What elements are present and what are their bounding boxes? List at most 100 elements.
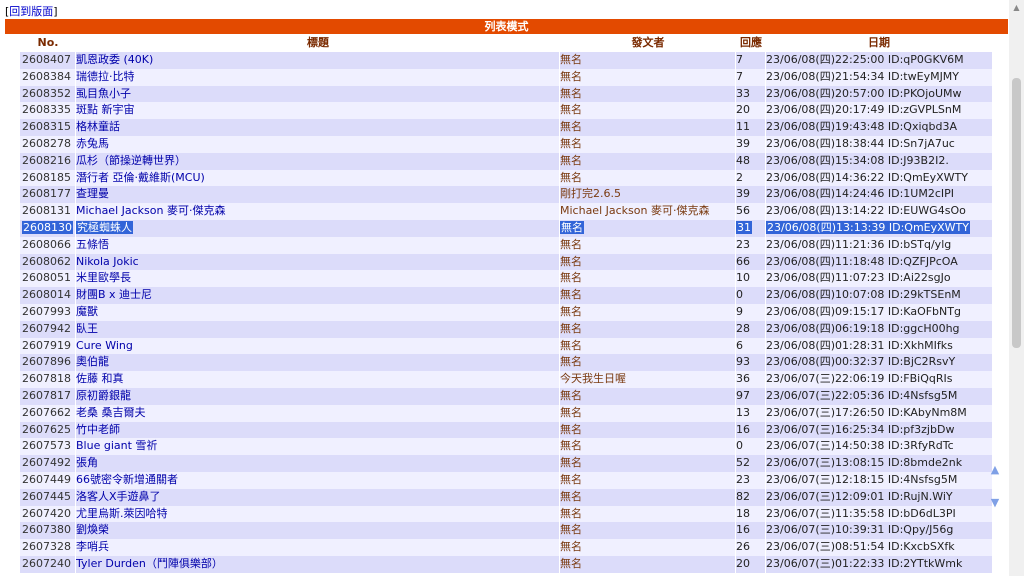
table-row[interactable]: 2608131 Michael Jackson 麥可·傑克森 Michael Jac…: [20, 203, 992, 220]
table-row[interactable]: 2607328 李哨兵 無名 26 23/06/07(三)08:51:54 ID:Kxc…: [20, 539, 992, 556]
thread-title-link[interactable]: 財團B x 迪士尼: [76, 287, 560, 304]
bracket-close: ]: [53, 5, 58, 18]
thread-title-link[interactable]: 張角: [76, 455, 560, 472]
table-row[interactable]: 2608130 究極蜘蛛人 無名 31 23/06/08(四)13:13:39 ID:Q…: [20, 219, 992, 237]
table-row[interactable]: 2607492 張角 無名 52 23/06/07(三)13:08:15 ID:8bmd…: [20, 455, 992, 472]
post-date: 23/06/08(四)18:38:44 ID:Sn7jA7uc: [766, 136, 955, 150]
thread-title-link[interactable]: 究極蜘蛛人: [76, 220, 560, 237]
thread-title-link[interactable]: 尤里烏斯.萊因哈特: [76, 506, 560, 523]
author-name: 無名: [560, 153, 582, 167]
reply-count: 0: [736, 439, 743, 453]
post-number: 2608384: [22, 69, 71, 83]
column-divider: [735, 236, 736, 254]
thread-title-link[interactable]: 竹中老師: [76, 422, 560, 439]
table-row[interactable]: 2608066 五條悟 無名 23 23/06/08(四)11:21:36 ID:bST…: [20, 236, 992, 254]
back-to-board-link[interactable]: 回到版面: [9, 5, 53, 18]
thread-title-link[interactable]: 斑點 新宇宙: [76, 102, 560, 119]
column-divider: [735, 169, 736, 187]
thread-title-link[interactable]: 米里歐學長: [76, 270, 560, 287]
table-row[interactable]: 2607420 尤里烏斯.萊因哈特 無名 18 23/06/07(三)11:35:58 …: [20, 505, 992, 523]
thread-title-link[interactable]: 洛客人X手遊鼻了: [76, 489, 560, 506]
thread-title-link[interactable]: Michael Jackson 麥可·傑克森: [76, 203, 560, 220]
table-row[interactable]: 2608014 財團B x 迪士尼 無名 0 23/06/08(四)10:07:08 I…: [20, 287, 992, 304]
scroll-thumb[interactable]: [1012, 78, 1021, 348]
page-up-icon[interactable]: ▲: [989, 464, 1001, 476]
post-number: 2607817: [22, 388, 71, 402]
thread-title-link[interactable]: 老桑 桑吉爾夫: [76, 405, 560, 422]
thread-title-link[interactable]: 魔獸: [76, 304, 560, 321]
table-row[interactable]: 2608384 瑞德拉·比特 無名 7 23/06/08(四)21:54:34 ID:t…: [20, 68, 992, 86]
thread-title-link[interactable]: Nikola Jokic: [76, 254, 560, 271]
header-title[interactable]: 標題: [76, 35, 560, 51]
thread-title-link[interactable]: 瓜杉（節操逆轉世界）: [76, 153, 560, 170]
thread-title-link[interactable]: 五條悟: [76, 237, 560, 254]
thread-title-link[interactable]: 凱恩政委 (40K): [76, 52, 560, 69]
table-row[interactable]: 2608315 格林童話 無名 11 23/06/08(四)19:43:48 ID:Qx…: [20, 119, 992, 136]
thread-title-link[interactable]: 潛行者 亞倫·戴維斯(MCU): [76, 170, 560, 187]
post-date: 23/06/08(四)21:54:34 ID:twEyMJMY: [766, 69, 960, 83]
table-row[interactable]: 2607449 66號密令新增通關者 無名 23 23/06/07(三)12:18:15…: [20, 471, 992, 489]
column-divider: [75, 421, 76, 439]
thread-title-link[interactable]: 66號密令新增通關者: [76, 472, 560, 489]
table-row[interactable]: 2608407 凱恩政委 (40K) 無名 7 23/06/08(四)22:25:00 …: [20, 52, 992, 69]
thread-title-link[interactable]: 赤兔馬: [76, 136, 560, 153]
thread-title-link[interactable]: 查理曼: [76, 186, 560, 203]
table-row[interactable]: 2608051 米里歐學長 無名 10 23/06/08(四)11:07:23 ID:A…: [20, 270, 992, 288]
post-date: 23/06/08(四)01:28:31 ID:XkhMIfks: [766, 338, 953, 352]
post-date: 23/06/08(四)20:57:00 ID:PKOjoUMw: [766, 86, 962, 100]
thread-title-link[interactable]: 劉煥榮: [76, 522, 560, 539]
thread-title-link[interactable]: Cure Wing: [76, 338, 560, 355]
column-divider: [75, 404, 76, 422]
thread-title-link-text[interactable]: 究極蜘蛛人: [76, 220, 133, 234]
column-divider: [75, 135, 76, 153]
table-row[interactable]: 2607919 Cure Wing 無名 6 23/06/08(四)01:28:31 I…: [20, 337, 992, 355]
scroll-up-icon[interactable]: ▲: [1009, 0, 1024, 15]
table-row[interactable]: 2608185 潛行者 亞倫·戴維斯(MCU) 無名 2 23/06/08(四)14:3…: [20, 169, 992, 187]
header-date[interactable]: 日期: [766, 35, 992, 51]
table-row[interactable]: 2608278 赤兔馬 無名 39 23/06/08(四)18:38:44 ID:Sn7…: [20, 135, 992, 153]
table-row[interactable]: 2607896 奧伯龍 無名 93 23/06/08(四)00:32:37 ID:BjC…: [20, 354, 992, 372]
table-row[interactable]: 2607573 Blue giant 雪祈 無名 0 23/06/07(三)14:50:…: [20, 438, 992, 456]
header-replies[interactable]: 回應: [736, 35, 766, 51]
table-row[interactable]: 2607380 劉煥榮 無名 16 23/06/07(三)10:39:31 ID:Qpy…: [20, 522, 992, 540]
thread-title-link[interactable]: 佐藤 和真: [76, 371, 560, 388]
table-row[interactable]: 2607942 臥王 無名 28 23/06/08(四)06:19:18 ID:ggcH…: [20, 320, 992, 338]
post-number: 2608177: [22, 187, 71, 201]
table-row[interactable]: 2607445 洛客人X手遊鼻了 無名 82 23/06/07(三)12:09:01 I…: [20, 488, 992, 506]
reply-count: 20: [736, 556, 750, 570]
table-row[interactable]: 2608335 斑點 新宇宙 無名 20 23/06/08(四)20:17:49 ID:…: [20, 102, 992, 120]
column-divider: [75, 68, 76, 86]
thread-title-link[interactable]: Tyler Durden（鬥陣俱樂部）: [76, 556, 560, 573]
table-row[interactable]: 2608352 虱目魚小子 無名 33 23/06/08(四)20:57:00 ID:P…: [20, 85, 992, 103]
column-divider: [559, 438, 560, 456]
table-row[interactable]: 2608177 查理曼 剛打完2.6.5 39 23/06/08(四)14:24:46 …: [20, 186, 992, 204]
author-name: 無名: [560, 506, 582, 520]
thread-title-link[interactable]: 虱目魚小子: [76, 86, 560, 103]
header-no[interactable]: No.: [20, 35, 76, 51]
page-down-icon[interactable]: ▼: [989, 497, 1001, 509]
table-row[interactable]: 2607240 Tyler Durden（鬥陣俱樂部） 無名 20 23/06/07(三…: [20, 555, 992, 573]
table-row[interactable]: 2607818 佐藤 和真 今天我生日喔 36 23/06/07(三)22:06:19 …: [20, 371, 992, 388]
scrollbar[interactable]: ▲: [1009, 0, 1024, 576]
thread-title-link[interactable]: 臥王: [76, 321, 560, 338]
post-number: 2607449: [22, 472, 71, 486]
thread-title-link[interactable]: 瑞德拉·比特: [76, 69, 560, 86]
table-row[interactable]: 2607993 魔獸 無名 9 23/06/08(四)09:15:17 ID:KaOFb…: [20, 303, 992, 321]
thread-title-link[interactable]: Blue giant 雪祈: [76, 438, 560, 455]
column-divider: [735, 186, 736, 204]
table-row[interactable]: 2607662 老桑 桑吉爾夫 無名 13 23/06/07(三)17:26:50 ID…: [20, 404, 992, 422]
table-row[interactable]: 2607625 竹中老師 無名 16 23/06/07(三)16:25:34 ID:pf…: [20, 421, 992, 439]
column-divider: [559, 236, 560, 254]
column-divider: [559, 354, 560, 372]
post-number: 2608278: [22, 136, 71, 150]
table-row[interactable]: 2607817 原初爵銀龍 無名 97 23/06/07(三)22:05:36 ID:4…: [20, 387, 992, 405]
thread-title-link[interactable]: 李哨兵: [76, 539, 560, 556]
header-author[interactable]: 發文者: [560, 35, 736, 51]
column-divider: [75, 455, 76, 472]
thread-title-link[interactable]: 格林童話: [76, 119, 560, 136]
table-row[interactable]: 2608216 瓜杉（節操逆轉世界） 無名 48 23/06/08(四)15:34:08…: [20, 152, 992, 170]
thread-title-link[interactable]: 奧伯龍: [76, 354, 560, 371]
table-row[interactable]: 2608062 Nikola Jokic 無名 66 23/06/08(四)11:18:…: [20, 253, 992, 271]
post-number: 2608130: [20, 220, 78, 237]
thread-title-link[interactable]: 原初爵銀龍: [76, 388, 560, 405]
